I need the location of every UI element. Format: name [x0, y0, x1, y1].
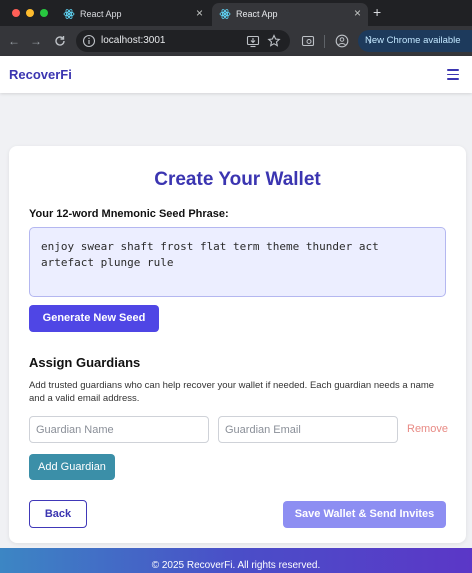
window-zoom-button[interactable]: [40, 9, 48, 17]
page-title: Create Your Wallet: [154, 169, 321, 190]
browser-tab-1[interactable]: React App ×: [56, 3, 210, 26]
tab-title: React App: [236, 9, 278, 19]
create-wallet-card: Create Your Wallet Your 12-word Mnemonic…: [9, 146, 466, 543]
forward-arrow-icon[interactable]: →: [28, 33, 44, 49]
seed-phrase-text: enjoy swear shaft frost flat term theme …: [41, 240, 379, 269]
footer-copyright: © 2025 RecoverFi. All rights reserved.: [151, 560, 321, 571]
add-guardian-button[interactable]: Add Guardian: [29, 454, 115, 480]
page-footer: © 2025 RecoverFi. All rights reserved.: [0, 548, 472, 573]
profile-icon[interactable]: [335, 34, 349, 48]
back-button[interactable]: Back: [29, 500, 87, 528]
generate-seed-button[interactable]: Generate New Seed: [29, 305, 159, 332]
window-minimize-button[interactable]: [26, 9, 34, 17]
toolbar-divider: [324, 35, 325, 48]
seed-phrase-label: Your 12-word Mnemonic Seed Phrase:: [29, 208, 229, 220]
back-arrow-icon[interactable]: ←: [6, 33, 22, 49]
tab-search-icon[interactable]: [301, 34, 315, 48]
install-app-icon[interactable]: [246, 34, 260, 48]
close-tab-icon[interactable]: ×: [196, 6, 203, 20]
remove-guardian-button[interactable]: Remove: [407, 423, 448, 436]
new-tab-icon[interactable]: +: [373, 5, 381, 19]
window-close-button[interactable]: [12, 9, 20, 17]
browser-toolbar: ← → localhost:3001 New Chrome available: [0, 26, 472, 56]
save-wallet-button[interactable]: Save Wallet & Send Invites: [283, 501, 446, 528]
guardian-email-input[interactable]: Guardian Email: [218, 416, 398, 443]
guardian-name-placeholder: Guardian Name: [36, 424, 114, 436]
url-text: localhost:3001: [101, 35, 166, 46]
site-info-icon[interactable]: [82, 34, 96, 48]
address-bar[interactable]: localhost:3001: [76, 30, 290, 52]
chrome-update-button[interactable]: New Chrome available ⋮: [358, 30, 472, 52]
browser-tab-2[interactable]: React App ×: [212, 3, 368, 26]
brand-logo[interactable]: RecoverFi: [9, 67, 72, 82]
guardians-description: Add trusted guardians who can help recov…: [29, 380, 435, 404]
seed-phrase-box[interactable]: enjoy swear shaft frost flat term theme …: [29, 227, 446, 297]
guardian-name-input[interactable]: Guardian Name: [29, 416, 209, 443]
tab-title: React App: [80, 9, 122, 19]
guardian-email-placeholder: Guardian Email: [225, 424, 301, 436]
browser-tab-strip: React App × React App × +: [0, 0, 472, 26]
app-header: RecoverFi: [0, 56, 472, 93]
react-logo-icon: [63, 9, 75, 19]
hamburger-menu-icon[interactable]: [447, 69, 459, 80]
more-menu-icon[interactable]: ⋮: [365, 35, 466, 47]
react-logo-icon: [219, 9, 231, 19]
close-tab-icon[interactable]: ×: [354, 6, 361, 20]
reload-icon[interactable]: [52, 33, 68, 49]
bookmark-star-icon[interactable]: [267, 34, 281, 48]
guardians-heading: Assign Guardians: [29, 355, 141, 370]
